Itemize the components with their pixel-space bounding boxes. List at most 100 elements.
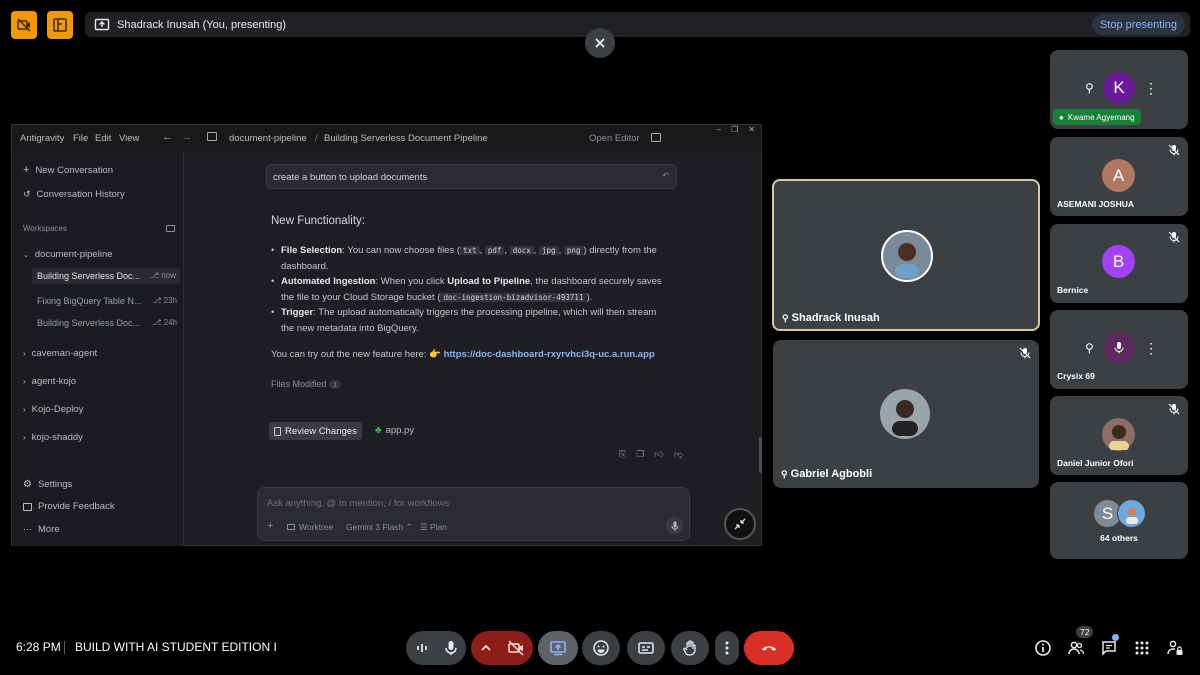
breadcrumb-page[interactable]: Building Serverless Document Pipeline [324, 133, 488, 144]
captions-button[interactable] [627, 631, 665, 665]
more-options-button[interactable] [715, 631, 739, 665]
lock-person-icon [1167, 640, 1183, 655]
avatar: A [1102, 159, 1135, 192]
microphone-button[interactable] [436, 631, 466, 665]
conversation-history-button[interactable]: ↺ Conversation History [23, 189, 125, 200]
workspace-item[interactable]: › kojo-shaddy [23, 432, 83, 443]
open-editor-button[interactable]: Open Editor [589, 133, 640, 144]
maximize-icon[interactable]: ❐ [731, 125, 738, 134]
voice-input-button[interactable] [666, 517, 683, 534]
participant-tile[interactable]: ⚲ K ⋮ ● Kwame Agyemang [1050, 50, 1188, 129]
copy-icon[interactable]: ❐ [636, 449, 644, 460]
window-close-icon[interactable]: ✕ [748, 125, 755, 134]
undo-icon[interactable]: ↶ [662, 171, 669, 180]
info-icon [1035, 640, 1051, 656]
participant-tile[interactable]: Daniel Junior Ofori [1050, 396, 1188, 475]
avatar [880, 389, 930, 439]
others-tile[interactable]: S 64 others [1050, 482, 1188, 559]
bullet-label: File Selection [281, 245, 343, 256]
participant-name-text: Gabriel Agbobli [790, 468, 873, 480]
thumbs-up-icon[interactable]: 👍︎ [654, 449, 663, 460]
review-changes-button[interactable]: Review Changes [269, 422, 362, 440]
workspace-item[interactable]: › Kojo-Deploy [23, 404, 83, 415]
people-icon [1068, 641, 1085, 655]
participant-tile[interactable]: ⚲ ⋮ Crysix 69 [1050, 310, 1188, 389]
add-context-icon[interactable]: + [267, 520, 273, 532]
bullet-text: ). [586, 291, 593, 303]
scrollbar-thumb[interactable] [759, 437, 762, 473]
breadcrumb-separator: / [315, 133, 318, 144]
workspace-item[interactable]: › agent-kojo [23, 376, 76, 387]
whiteboard-icon[interactable] [47, 11, 73, 39]
video-options-button[interactable] [471, 631, 501, 665]
menu-view[interactable]: View [119, 133, 139, 144]
audio-wave-icon: ● [1059, 112, 1064, 122]
pin-icon[interactable]: ⚲ [1085, 81, 1094, 95]
mic-icon [445, 641, 457, 655]
python-file-icon: ♣ [375, 425, 382, 436]
chat-input[interactable]: Ask anything, @ to mention, / for workfl… [257, 487, 690, 541]
new-conversation-button[interactable]: + New Conversation [23, 164, 113, 176]
meeting-details-button[interactable] [1032, 637, 1054, 659]
conversation-item[interactable]: Fixing BigQuery Table N... ⎇ 23h [37, 296, 177, 306]
participant-name: Daniel Junior Ofori [1057, 458, 1134, 468]
conversation-item[interactable]: Building Serverless Doc... ⎇ now [32, 268, 180, 284]
forward-arrow-icon[interactable]: → [181, 131, 192, 143]
chevron-down-icon: ⌄ [23, 251, 29, 259]
collapse-button[interactable] [724, 508, 756, 540]
add-folder-icon[interactable] [166, 225, 175, 232]
pin-icon[interactable]: ⚲ [1085, 341, 1094, 355]
host-controls-button[interactable] [1164, 637, 1186, 659]
thumbs-down-icon[interactable]: 👎︎ [674, 449, 683, 460]
more-options-icon[interactable]: ⋮ [1144, 340, 1158, 357]
workspace-label: caveman-agent [31, 348, 98, 359]
participant-tile-gabriel[interactable]: ⚲ Gabriel Agbobli [773, 340, 1039, 488]
code-chip: txt [460, 246, 480, 255]
close-presentation-button[interactable] [585, 28, 615, 58]
present-now-button[interactable] [538, 631, 578, 665]
camera-button[interactable] [499, 631, 533, 665]
audio-settings-button[interactable] [406, 631, 438, 665]
plan-button[interactable]: ☰ Plan [420, 522, 447, 533]
breadcrumb-root[interactable]: document-pipeline [229, 133, 307, 144]
camera-off-icon[interactable] [11, 11, 37, 39]
worktree-label: Worktree [299, 522, 334, 532]
provide-feedback-button[interactable]: Provide Feedback [23, 501, 115, 512]
participant-tile[interactable]: B Bernice [1050, 224, 1188, 303]
model-selector[interactable]: Gemini 3 Flash ⌃ [346, 522, 413, 533]
participant-tile-shadrack[interactable]: ⚲ Shadrack Inusah [772, 179, 1040, 331]
menu-edit[interactable]: Edit [95, 133, 111, 144]
minimize-icon[interactable]: – [717, 125, 721, 134]
workspace-document-pipeline[interactable]: ⌄ document-pipeline [23, 249, 113, 260]
stop-presenting-button[interactable]: Stop presenting [1091, 14, 1185, 35]
workspace-label: document-pipeline [34, 249, 113, 260]
raise-hand-button[interactable] [671, 631, 709, 665]
activities-button[interactable] [1131, 637, 1153, 659]
back-arrow-icon[interactable]: ← [162, 131, 173, 143]
panel-toggle-icon[interactable] [651, 133, 661, 142]
bullet-bold: Upload to Pipeline [447, 276, 531, 287]
workspace-item[interactable]: › caveman-agent [23, 348, 97, 359]
workspaces-header: Workspaces [23, 224, 175, 233]
modified-file[interactable]: ♣ app.py [375, 425, 414, 436]
leave-call-button[interactable] [744, 631, 794, 665]
export-icon[interactable]: ⎘ [619, 449, 626, 460]
menu-antigravity[interactable]: Antigravity [20, 133, 64, 144]
menu-file[interactable]: File [73, 133, 88, 144]
feature-link[interactable]: https://doc-dashboard-rxyrvhci3q-uc.a.ru… [444, 349, 655, 360]
people-button[interactable] [1065, 637, 1087, 659]
avatar [1103, 332, 1135, 364]
more-button[interactable]: ⋯ More [23, 524, 60, 535]
participant-tile[interactable]: A ASEMANI JOSHUA [1050, 137, 1188, 216]
worktree-button[interactable]: Worktree [287, 522, 333, 532]
audio-level-icon [417, 644, 427, 652]
reactions-button[interactable] [582, 631, 620, 665]
try-feature-line: You can try out the new feature here: 👉 … [271, 347, 655, 363]
workspace-label: agent-kojo [31, 376, 77, 387]
conversation-item[interactable]: Building Serverless Doc... ⎇ 24h [37, 318, 177, 328]
avatar-initial: A [1112, 165, 1125, 185]
more-options-icon[interactable]: ⋮ [1144, 80, 1158, 97]
sidebar-toggle-icon[interactable] [207, 132, 217, 141]
settings-button[interactable]: ⚙ Settings [23, 479, 72, 490]
participant-name: Bernice [1057, 285, 1089, 295]
